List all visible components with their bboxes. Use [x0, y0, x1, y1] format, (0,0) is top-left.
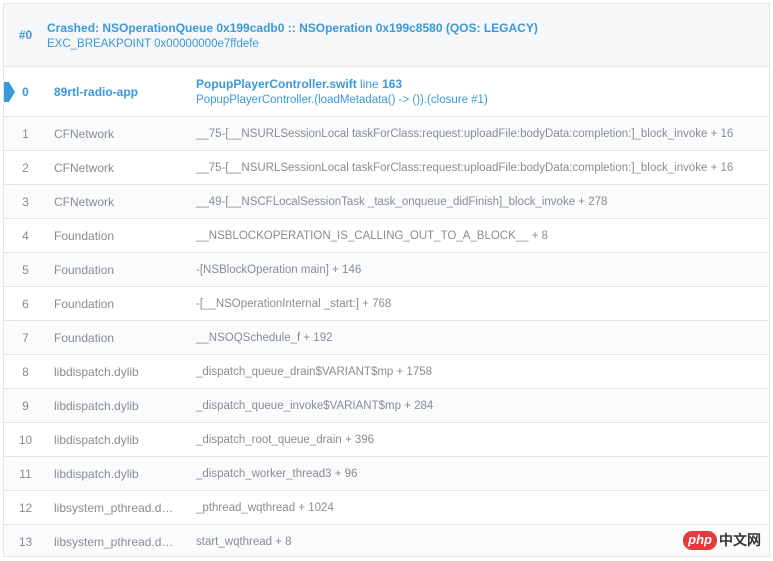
frame-library: Foundation — [54, 228, 115, 243]
frame-row[interactable]: 10 libdispatch.dylib _dispatch_root_queue_… — [4, 423, 769, 457]
frame-number: 5 — [22, 262, 29, 277]
frame-number: 11 — [19, 466, 32, 481]
frame-number: 8 — [22, 364, 29, 379]
thread-index: #0 — [18, 28, 33, 42]
exception-code: EXC_BREAKPOINT 0x00000000e7ffdefe — [47, 38, 259, 50]
frame-library: libdispatch.dylib — [54, 364, 139, 379]
watermark-text: 中文网 — [719, 532, 761, 548]
frame-library: Foundation — [54, 330, 115, 345]
frame-library: Foundation — [54, 262, 115, 277]
frame-symbol: _dispatch_queue_drain$VARIANT$mp + 1758 — [196, 365, 433, 378]
frame-number: 9 — [22, 398, 29, 413]
frame-number: 7 — [22, 330, 29, 345]
frame-list: 1 CFNetwork __75-[__NSURLSessionLocal task… — [4, 117, 769, 556]
stack-trace-panel: #0 Crashed: NSOperationQueue 0x199cadb0 … — [3, 3, 770, 557]
frame-row[interactable]: 9 libdispatch.dylib _dispatch_queue_invoke… — [4, 389, 769, 423]
line-number: 163 — [382, 76, 403, 91]
frame-row[interactable]: 7 Foundation __NSOQSchedule_f + 192 — [4, 321, 769, 355]
frame-number: 1 — [22, 126, 29, 141]
crash-method: PopupPlayerController.(loadMetadata() ->… — [196, 93, 488, 106]
frame-symbol: __49-[__NSCFLocalSessionTask _task_onque… — [196, 195, 608, 208]
frame-symbol: _dispatch_worker_thread3 + 96 — [196, 467, 358, 480]
frame-symbol: PopupPlayerController.swift line 163 Pop… — [188, 76, 769, 108]
frame-symbol: __75-[__NSURLSessionLocal taskForClass:r… — [196, 127, 734, 140]
thread-info: Crashed: NSOperationQueue 0x199cadb0 :: … — [47, 4, 538, 52]
frame-library: libdispatch.dylib — [54, 398, 139, 413]
frame-number: 6 — [22, 296, 29, 311]
frame-symbol: __NSBLOCKOPERATION_IS_CALLING_OUT_TO_A_B… — [196, 229, 549, 242]
watermark-logo: php 中文网 — [683, 530, 761, 550]
frame-symbol: _dispatch_root_queue_drain + 396 — [196, 433, 375, 446]
line-label: line — [360, 76, 379, 91]
frame-number: 10 — [18, 432, 33, 447]
frame-library: CFNetwork — [54, 126, 115, 141]
frame-number: 13 — [18, 535, 33, 549]
frame-row[interactable]: 6 Foundation -[__NSOperationInternal _star… — [4, 287, 769, 321]
frame-row[interactable]: 13 libsystem_pthread.d… start_wqthread + 8 — [4, 525, 769, 556]
frame-row[interactable]: 2 CFNetwork __75-[__NSURLSessionLocal task… — [4, 151, 769, 185]
frame-row[interactable]: 11 libdispatch.dylib _dispatch_worker_thre… — [4, 457, 769, 491]
frame-library: Foundation — [54, 296, 115, 311]
frame-symbol: _dispatch_queue_invoke$VARIANT$mp + 284 — [196, 399, 434, 412]
frame-library: CFNetwork — [54, 160, 115, 175]
frame-row[interactable]: 5 Foundation -[NSBlockOperation main] + 14… — [4, 253, 769, 287]
crashed-frame-arrow-icon — [4, 82, 15, 102]
frame-symbol: _pthread_wqthread + 1024 — [196, 501, 334, 514]
crash-frame-row[interactable]: 0 89rtl-radio-app PopupPlayerController.… — [4, 67, 769, 117]
frame-number: 4 — [22, 228, 29, 243]
frame-symbol: -[__NSOperationInternal _start:] + 768 — [196, 297, 392, 310]
frame-symbol: start_wqthread + 8 — [196, 536, 292, 548]
source-location[interactable]: PopupPlayerController.swift line 163 — [196, 76, 769, 92]
frame-library: libdispatch.dylib — [54, 466, 139, 481]
frame-library: 89rtl-radio-app — [54, 84, 139, 99]
frame-row[interactable]: 12 libsystem_pthread.d… _pthread_wqthread … — [4, 491, 769, 525]
frame-row[interactable]: 8 libdispatch.dylib _dispatch_queue_drain$… — [4, 355, 769, 389]
source-file: PopupPlayerController.swift — [196, 76, 357, 91]
frame-library: libsystem_pthread.d… — [54, 535, 174, 549]
frame-symbol: __75-[__NSURLSessionLocal taskForClass:r… — [196, 161, 734, 174]
frame-library: CFNetwork — [54, 194, 115, 209]
frame-row[interactable]: 1 CFNetwork __75-[__NSURLSessionLocal task… — [4, 117, 769, 151]
thread-title: Crashed: NSOperationQueue 0x199cadb0 :: … — [47, 21, 538, 35]
frame-symbol: -[NSBlockOperation main] + 146 — [196, 263, 362, 276]
frame-number: 2 — [22, 160, 29, 175]
frame-symbol: __NSOQSchedule_f + 192 — [196, 331, 333, 344]
frame-library: libsystem_pthread.d… — [54, 500, 174, 515]
frame-library: libdispatch.dylib — [54, 432, 139, 447]
thread-header[interactable]: #0 Crashed: NSOperationQueue 0x199cadb0 … — [4, 4, 769, 67]
frame-row[interactable]: 4 Foundation __NSBLOCKOPERATION_IS_CALLING… — [4, 219, 769, 253]
frame-number: 12 — [18, 500, 33, 515]
frame-number: 3 — [22, 194, 29, 209]
frame-row[interactable]: 3 CFNetwork __49-[__NSCFLocalSessionTask _… — [4, 185, 769, 219]
watermark-badge: php — [683, 530, 717, 550]
